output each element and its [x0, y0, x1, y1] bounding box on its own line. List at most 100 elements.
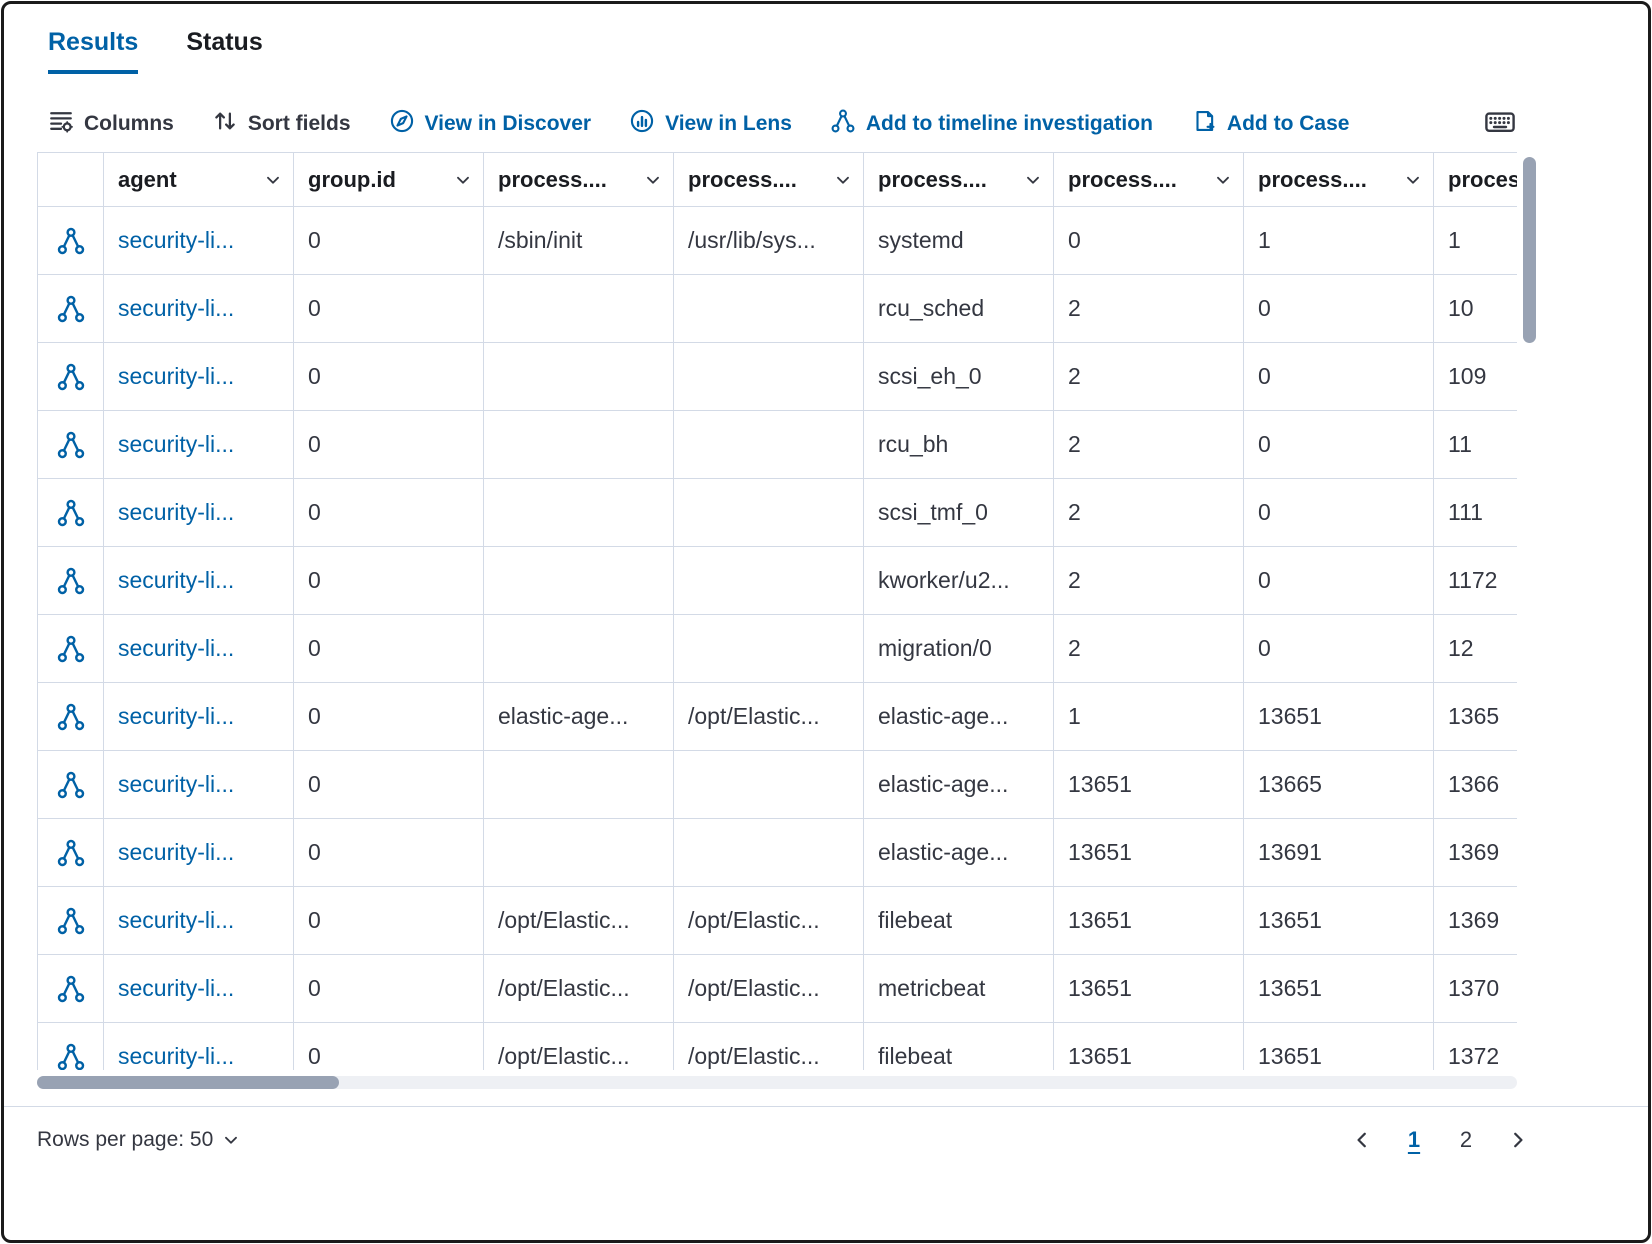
analyze-event-icon[interactable]	[56, 906, 86, 936]
column-header-process-6[interactable]: process....	[1434, 153, 1518, 207]
agent-link[interactable]: security-li...	[104, 819, 294, 887]
add-to-timeline-button[interactable]: Add to timeline investigation	[830, 108, 1153, 140]
columns-button[interactable]: Columns	[48, 108, 174, 140]
page-1-button[interactable]: 1	[1403, 1127, 1425, 1153]
analyze-event-cell[interactable]	[38, 1023, 104, 1071]
agent-link[interactable]: security-li...	[104, 683, 294, 751]
analyze-event-cell[interactable]	[38, 411, 104, 479]
analyze-event-icon[interactable]	[56, 634, 86, 664]
analyze-event-cell[interactable]	[38, 275, 104, 343]
analyze-event-cell[interactable]	[38, 547, 104, 615]
vertical-scrollbar[interactable]	[1523, 154, 1536, 1068]
chevron-left-icon	[1351, 1129, 1373, 1151]
agent-link[interactable]: security-li...	[104, 751, 294, 819]
tab-status[interactable]: Status	[186, 28, 262, 74]
agent-link[interactable]: security-li...	[104, 615, 294, 683]
chevron-down-icon[interactable]	[1213, 170, 1233, 190]
grid-cell: 1	[1244, 207, 1434, 275]
keyboard-shortcuts-button[interactable]	[1484, 106, 1516, 143]
column-header-process-1[interactable]: process....	[484, 153, 674, 207]
column-header-process-2[interactable]: process....	[674, 153, 864, 207]
analyze-event-cell[interactable]	[38, 819, 104, 887]
agent-link[interactable]: security-li...	[104, 275, 294, 343]
analyze-event-cell[interactable]	[38, 887, 104, 955]
analyze-event-cell[interactable]	[38, 479, 104, 547]
grid-cell: 1369	[1434, 819, 1518, 887]
grid-cell: filebeat	[864, 1023, 1054, 1071]
case-icon	[1191, 108, 1217, 140]
add-to-case-button[interactable]: Add to Case	[1191, 108, 1350, 140]
grid-cell: /opt/Elastic...	[674, 683, 864, 751]
analyze-event-cell[interactable]	[38, 207, 104, 275]
grid-cell: 2	[1054, 615, 1244, 683]
grid-cell: migration/0	[864, 615, 1054, 683]
chevron-down-icon[interactable]	[1403, 170, 1423, 190]
agent-link[interactable]: security-li...	[104, 343, 294, 411]
chevron-down-icon[interactable]	[453, 170, 473, 190]
chevron-down-icon[interactable]	[263, 170, 283, 190]
grid-cell: /sbin/init	[484, 207, 674, 275]
analyze-event-icon[interactable]	[56, 566, 86, 596]
rows-per-page-button[interactable]: Rows per page: 50	[37, 1128, 241, 1152]
view-in-lens-button[interactable]: View in Lens	[629, 108, 792, 140]
grid-cell: 13691	[1244, 819, 1434, 887]
agent-link[interactable]: security-li...	[104, 479, 294, 547]
row-actions-header	[38, 153, 104, 207]
agent-link[interactable]: security-li...	[104, 1023, 294, 1071]
pagination: 1 2	[1351, 1127, 1529, 1153]
chevron-down-icon[interactable]	[833, 170, 853, 190]
previous-page-button[interactable]	[1351, 1129, 1373, 1151]
agent-link[interactable]: security-li...	[104, 411, 294, 479]
column-header-label: process....	[1448, 167, 1517, 193]
analyze-event-icon[interactable]	[56, 362, 86, 392]
analyze-event-icon[interactable]	[56, 1042, 86, 1071]
horizontal-scrollbar-thumb[interactable]	[37, 1076, 339, 1089]
analyze-event-cell[interactable]	[38, 955, 104, 1023]
grid-cell: 13651	[1054, 955, 1244, 1023]
column-header-label: process....	[1258, 167, 1367, 193]
table-row: security-li...0/sbin/init/usr/lib/sys...…	[38, 207, 1518, 275]
column-header-label: process....	[688, 167, 797, 193]
grid-cell: 13651	[1244, 887, 1434, 955]
grid-cell: 0	[294, 683, 484, 751]
analyze-event-icon[interactable]	[56, 974, 86, 1004]
analyze-event-cell[interactable]	[38, 615, 104, 683]
horizontal-scrollbar[interactable]	[37, 1076, 1517, 1089]
analyze-event-icon[interactable]	[56, 770, 86, 800]
page-2-button[interactable]: 2	[1455, 1127, 1477, 1153]
analyze-event-icon[interactable]	[56, 294, 86, 324]
columns-label: Columns	[84, 112, 174, 136]
grid-cell: 13651	[1054, 819, 1244, 887]
view-in-discover-button[interactable]: View in Discover	[389, 108, 592, 140]
analyze-event-icon[interactable]	[56, 838, 86, 868]
next-page-button[interactable]	[1507, 1129, 1529, 1151]
grid-cell: /opt/Elastic...	[674, 955, 864, 1023]
analyze-event-icon[interactable]	[56, 702, 86, 732]
analyze-event-cell[interactable]	[38, 683, 104, 751]
analyze-event-icon[interactable]	[56, 226, 86, 256]
grid-cell: 1366	[1434, 751, 1518, 819]
vertical-scrollbar-thumb[interactable]	[1523, 157, 1536, 343]
table-row: security-li...0/opt/Elastic.../opt/Elast…	[38, 887, 1518, 955]
tab-results[interactable]: Results	[48, 28, 138, 74]
column-header-process-5[interactable]: process....	[1244, 153, 1434, 207]
chevron-down-icon[interactable]	[643, 170, 663, 190]
grid-cell: 2	[1054, 479, 1244, 547]
column-header-process-3[interactable]: process....	[864, 153, 1054, 207]
grid-cell: 1369	[1434, 887, 1518, 955]
agent-link[interactable]: security-li...	[104, 547, 294, 615]
analyze-event-cell[interactable]	[38, 343, 104, 411]
agent-link[interactable]: security-li...	[104, 207, 294, 275]
agent-link[interactable]: security-li...	[104, 955, 294, 1023]
grid-cell: 0	[1244, 411, 1434, 479]
analyze-event-icon[interactable]	[56, 430, 86, 460]
analyze-event-cell[interactable]	[38, 751, 104, 819]
analyze-event-icon[interactable]	[56, 498, 86, 528]
agent-link[interactable]: security-li...	[104, 887, 294, 955]
grid-cell: 109	[1434, 343, 1518, 411]
column-header-agent[interactable]: agent	[104, 153, 294, 207]
sort-fields-button[interactable]: Sort fields	[212, 108, 351, 140]
column-header-group-id[interactable]: group.id	[294, 153, 484, 207]
chevron-down-icon[interactable]	[1023, 170, 1043, 190]
column-header-process-4[interactable]: process....	[1054, 153, 1244, 207]
